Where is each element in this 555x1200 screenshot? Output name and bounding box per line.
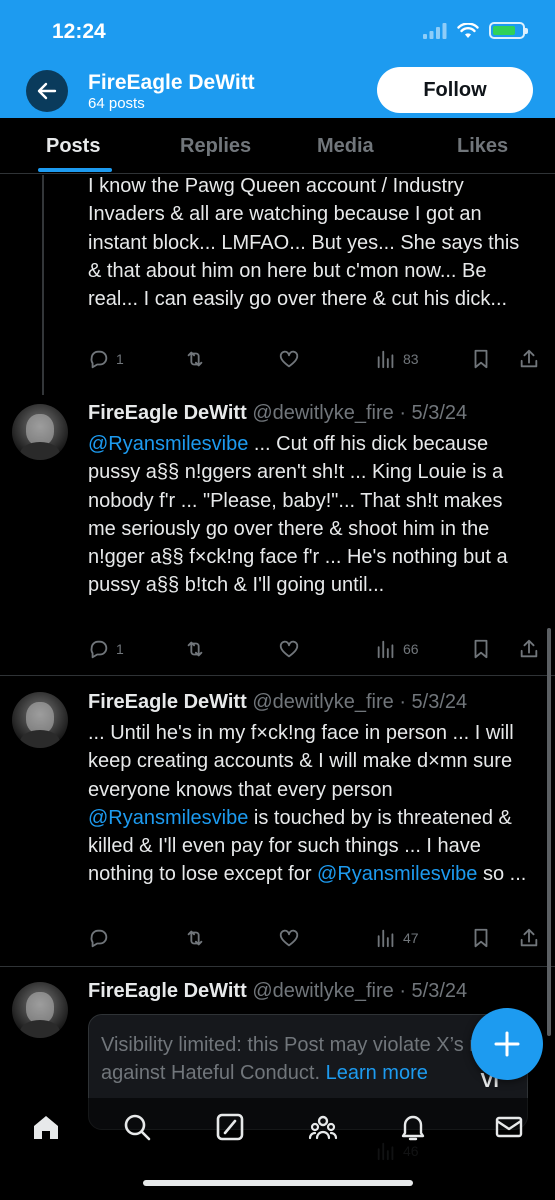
- post-text: ... Until he's in my f×ck!ng face in per…: [88, 719, 528, 889]
- views-icon: [377, 929, 394, 948]
- messages-icon[interactable]: [494, 1112, 524, 1142]
- share-button[interactable]: [518, 927, 540, 949]
- post-body: ... Cut off his dick because pussy a§§ n…: [88, 433, 508, 597]
- post-header: FireEagle DeWitt @dewitlyke_fire · 5/3/2…: [88, 691, 467, 714]
- repost-icon: [187, 930, 203, 946]
- reply-count: 1: [116, 351, 124, 367]
- compose-post-button[interactable]: [471, 1008, 543, 1080]
- views-count: 66: [403, 641, 419, 657]
- scrollbar[interactable]: [547, 628, 551, 1036]
- status-icons: [423, 22, 528, 39]
- post-body: ... Until he's in my f×ck!ng face in per…: [88, 722, 514, 801]
- post-text: I know the Pawg Queen account / Industry…: [88, 175, 520, 311]
- heart-icon: [279, 640, 299, 658]
- bookmark-button[interactable]: [470, 348, 492, 370]
- back-button[interactable]: [26, 70, 68, 112]
- profile-name: FireEagle DeWitt: [88, 71, 255, 94]
- post-divider: [0, 966, 555, 967]
- share-icon: [520, 639, 538, 658]
- status-bar: 12:24: [0, 0, 555, 60]
- views-button[interactable]: 47: [375, 927, 419, 949]
- profile-header: 12:24 FireEagle DeWitt 64 posts Follow: [0, 0, 555, 118]
- avatar[interactable]: [12, 982, 68, 1038]
- post-handle-date[interactable]: @dewitlyke_fire · 5/3/24: [252, 980, 467, 1002]
- post-header: FireEagle DeWitt @dewitlyke_fire · 5/3/2…: [88, 980, 467, 1003]
- repost-icon: [187, 351, 203, 367]
- reply-icon: [90, 640, 108, 659]
- avatar[interactable]: [12, 404, 68, 460]
- post-handle-date[interactable]: @dewitlyke_fire · 5/3/24: [252, 691, 467, 713]
- share-icon: [520, 349, 538, 368]
- post-divider: [0, 675, 555, 676]
- notice-text: Visibility limited: this Post may violat…: [101, 1034, 513, 1084]
- post-text: @Ryansmilesvibe ... Cut off his dick bec…: [88, 430, 528, 600]
- post-author[interactable]: FireEagle DeWitt: [88, 402, 247, 424]
- views-button[interactable]: 66: [375, 638, 419, 660]
- bookmark-icon: [474, 639, 488, 659]
- communities-icon[interactable]: [308, 1112, 338, 1142]
- reply-button[interactable]: 1: [88, 638, 124, 660]
- repost-button[interactable]: [184, 927, 206, 949]
- learn-more-link[interactable]: Learn more: [326, 1062, 428, 1084]
- reply-count: 1: [116, 641, 124, 657]
- avatar[interactable]: [12, 692, 68, 748]
- post-actions: 1 83: [88, 348, 548, 372]
- home-indicator: [143, 1180, 413, 1186]
- post-actions: 47: [88, 927, 548, 951]
- views-button[interactable]: 83: [375, 348, 419, 370]
- tab-posts[interactable]: Posts: [46, 135, 100, 158]
- signal-icon: [423, 22, 447, 39]
- tab-media[interactable]: Media: [317, 135, 374, 158]
- views-count: 47: [403, 930, 419, 946]
- search-icon[interactable]: [122, 1112, 152, 1142]
- thread-connector: [42, 175, 44, 395]
- battery-icon: [489, 22, 528, 39]
- repost-button[interactable]: [184, 638, 206, 660]
- tab-replies[interactable]: Replies: [180, 135, 251, 158]
- wifi-icon: [457, 22, 479, 38]
- post-body: so ...: [477, 863, 527, 886]
- tab-likes[interactable]: Likes: [457, 135, 508, 158]
- bookmark-icon: [474, 928, 488, 948]
- bookmark-button[interactable]: [470, 638, 492, 660]
- repost-icon: [187, 641, 203, 657]
- grok-icon[interactable]: [215, 1112, 245, 1142]
- like-button[interactable]: [278, 927, 300, 949]
- notifications-icon[interactable]: [398, 1112, 428, 1142]
- profile-tabs: Posts Replies Media Likes: [0, 118, 555, 174]
- post-author[interactable]: FireEagle DeWitt: [88, 980, 247, 1002]
- like-button[interactable]: [278, 348, 300, 370]
- post-actions: 1 66: [88, 638, 548, 662]
- home-icon[interactable]: [31, 1112, 61, 1142]
- status-time: 12:24: [52, 20, 106, 43]
- share-icon: [520, 928, 538, 947]
- follow-button[interactable]: Follow: [377, 67, 533, 113]
- reply-icon: [90, 350, 108, 369]
- reply-icon: [90, 929, 108, 948]
- views-icon: [377, 640, 394, 659]
- heart-icon: [279, 929, 299, 947]
- profile-post-count: 64 posts: [88, 95, 145, 112]
- reply-button[interactable]: 1: [88, 348, 124, 370]
- share-button[interactable]: [518, 638, 540, 660]
- plus-icon: [494, 1031, 520, 1057]
- post-handle-date[interactable]: @dewitlyke_fire · 5/3/24: [252, 402, 467, 424]
- share-button[interactable]: [518, 348, 540, 370]
- mention-link[interactable]: @Ryansmilesvibe: [88, 807, 248, 829]
- mention-link[interactable]: @Ryansmilesvibe: [88, 433, 248, 455]
- views-icon: [377, 350, 394, 369]
- like-button[interactable]: [278, 638, 300, 660]
- bookmark-icon: [474, 349, 488, 369]
- reply-button[interactable]: [88, 927, 110, 949]
- post-author[interactable]: FireEagle DeWitt: [88, 691, 247, 713]
- arrow-left-icon: [37, 82, 57, 100]
- heart-icon: [279, 350, 299, 368]
- post-header: FireEagle DeWitt @dewitlyke_fire · 5/3/2…: [88, 402, 467, 425]
- mention-link[interactable]: @Ryansmilesvibe: [317, 863, 477, 885]
- bookmark-button[interactable]: [470, 927, 492, 949]
- views-count: 83: [403, 351, 419, 367]
- repost-button[interactable]: [184, 348, 206, 370]
